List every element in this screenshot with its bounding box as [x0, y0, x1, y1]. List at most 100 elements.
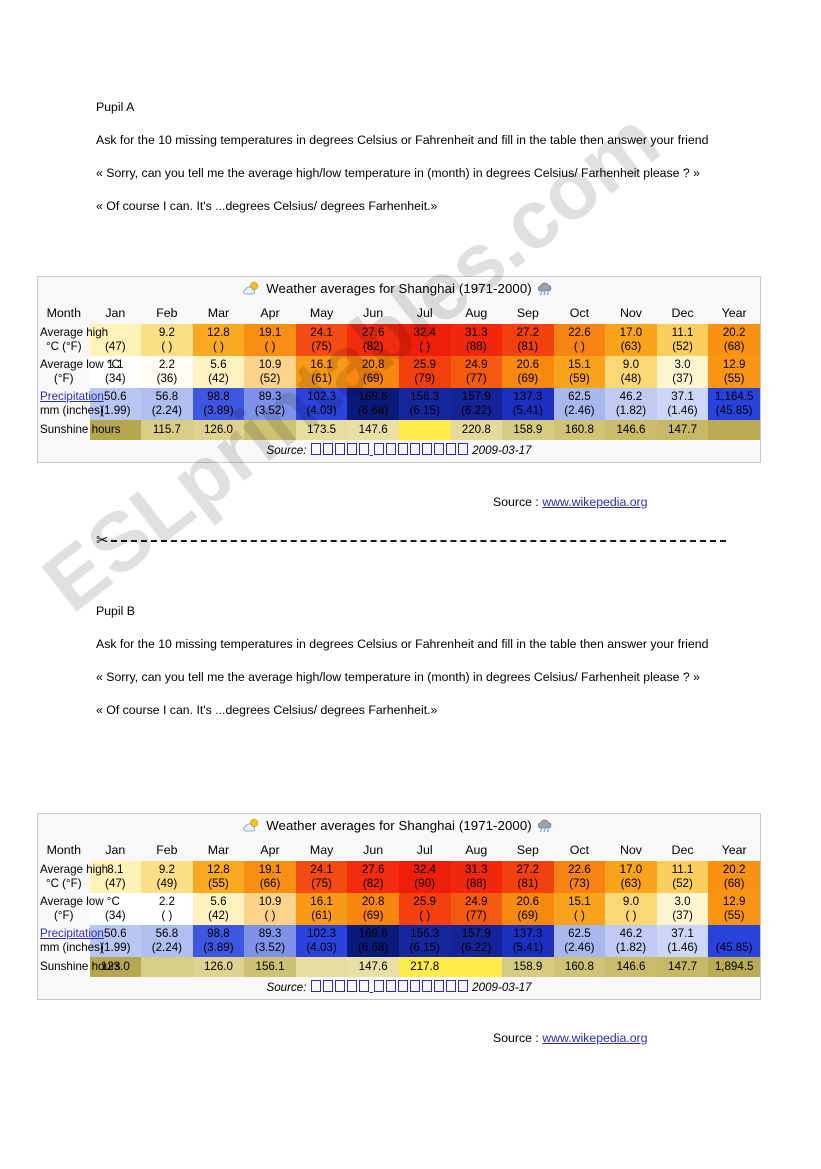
average-high-secondary-value: (88)	[465, 877, 487, 890]
month-header-jan: Jan	[89, 840, 142, 861]
cjk-placeholder-glyph	[373, 443, 384, 455]
average-high-cell: 27.6 (82)	[347, 324, 399, 356]
precipitation-primary-value: 62.5	[568, 927, 591, 940]
source-link-a[interactable]: www.wikepedia.org	[542, 495, 647, 509]
sunshine-hours-cell	[141, 957, 193, 977]
average-low-secondary-value: (69)	[517, 372, 539, 385]
source-link-b[interactable]: www.wikepedia.org	[542, 1031, 647, 1045]
month-header-label: Month	[38, 303, 90, 324]
average-low-primary-value: 20.6	[516, 895, 540, 908]
average-high-primary-value: 9.2	[158, 326, 175, 339]
precipitation-secondary-value: (45.85)	[715, 404, 753, 417]
average-high-cell: 31.3 (88)	[450, 324, 503, 356]
average-low-primary-value: 20.8	[361, 895, 385, 908]
average-low-primary-value: 15.1	[568, 358, 591, 371]
precipitation-row-label: Precipitation mm (inches)	[38, 388, 104, 420]
average-low-cell: 5.6 (42)	[192, 356, 245, 388]
cjk-placeholder-glyph	[409, 980, 420, 992]
month-header-aug: Aug	[450, 840, 503, 861]
sunshine-hours-cell: 147.6	[347, 420, 399, 440]
average-low-primary-value: 15.1	[568, 895, 591, 908]
precipitation-cell: 98.8 (3.89)	[192, 925, 245, 957]
average-low-secondary-value: (69)	[362, 909, 384, 922]
month-header-nov: Nov	[605, 303, 657, 324]
precipitation-cell: 157.9 (6.22)	[450, 388, 503, 420]
sunshine-hours-cell: 147.7	[656, 957, 709, 977]
cjk-placeholder-glyph	[322, 443, 333, 455]
month-header-jan: Jan	[89, 303, 142, 324]
average-high-cell: 9.2( )	[141, 324, 193, 356]
precipitation-secondary-value: (1.82)	[615, 404, 647, 417]
cut-line-dashes	[110, 539, 726, 542]
table-source-link[interactable]	[310, 980, 469, 994]
sunshine-hours-cell: 160.8	[553, 957, 606, 977]
average-low-secondary-value: (48)	[620, 372, 642, 385]
average-high-primary-value: 22.6	[568, 326, 591, 339]
cjk-placeholder-glyph	[346, 980, 357, 992]
precipitation-secondary-value: (2.24)	[151, 404, 183, 417]
precipitation-cell: (45.85)	[708, 925, 760, 957]
precipitation-cell: 137.3 (5.41)	[502, 925, 554, 957]
average-low-cell: 16.1 (61)	[295, 893, 348, 925]
average-low-primary-value: 9.0	[622, 895, 640, 908]
source-note-b: Source : www.wikepedia.org	[493, 1031, 647, 1045]
average-low-primary-value: 5.6	[210, 358, 227, 371]
average-low-cell: 2.2 (36)	[141, 356, 193, 388]
month-header-dec: Dec	[656, 303, 709, 324]
month-header-row: Month Jan Feb Mar Apr May Jun Jul Aug Sep Oct Nov De…	[38, 840, 760, 861]
average-low-secondary-value: (69)	[362, 372, 384, 385]
average-low-cell: 3.0 (37)	[656, 893, 709, 925]
precipitation-primary-value: 169.6	[358, 927, 388, 940]
precipitation-cell: 169.6 (6.68)	[347, 388, 399, 420]
average-high-cell: 12.8( )	[192, 324, 245, 356]
month-header-label: Month	[38, 840, 90, 861]
precipitation-primary-value: 56.8	[155, 927, 179, 940]
precipitation-secondary-value: (3.52)	[254, 404, 286, 417]
cjk-placeholder-glyph	[433, 980, 444, 992]
month-header-may: May	[295, 840, 348, 861]
precipitation-cell: 46.2 (1.82)	[605, 925, 657, 957]
precipitation-cell: 56.8 (2.24)	[141, 388, 193, 420]
cjk-placeholder-glyph	[457, 443, 468, 455]
sunshine-hours-cell: 1,894.5	[708, 957, 760, 977]
average-high-secondary-value: (68)	[723, 877, 745, 890]
month-header-apr: Apr	[244, 840, 296, 861]
average-high-cell: 19.1 (66)	[244, 861, 296, 893]
average-high-secondary-value: (88)	[465, 340, 487, 353]
table-source-prefix: Source:	[266, 981, 307, 994]
month-header-dec: Dec	[656, 840, 709, 861]
precipitation-cell: 98.8 (3.89)	[192, 388, 245, 420]
average-high-row-label: Average high °C (°F)	[38, 324, 108, 356]
average-high-primary-value: 27.6	[361, 863, 385, 876]
average-low-secondary-value: ( )	[161, 909, 173, 922]
precipitation-link[interactable]: Precipitation	[40, 927, 104, 940]
precipitation-cell: 1,164.5 (45.85)	[708, 388, 760, 420]
rain-cloud-icon	[537, 281, 555, 300]
cjk-placeholder-glyph	[457, 980, 468, 992]
sunshine-hours-row-label: Sunshine hours	[38, 420, 121, 440]
precipitation-link[interactable]: Precipitation	[40, 390, 104, 403]
table-source-link[interactable]	[310, 443, 469, 457]
average-low-row: Average low °C (°F) 1.1 (34) 2.2 (36) 5.6 (42) 1…	[38, 356, 760, 388]
average-high-cell: 24.1 (75)	[295, 324, 348, 356]
precipitation-secondary-value: (4.03)	[306, 941, 337, 954]
precipitation-primary-value: 156.3	[410, 927, 440, 940]
precipitation-primary-value: 37.1	[671, 927, 694, 940]
average-low-secondary-value: (34)	[105, 909, 126, 922]
average-low-primary-value: 20.6	[516, 358, 540, 371]
average-low-cell: 24.9 (77)	[450, 356, 503, 388]
cjk-placeholder-glyph	[409, 443, 420, 455]
sunshine-hours-cell: 126.0	[192, 957, 245, 977]
average-high-secondary-value: (73)	[569, 877, 590, 890]
precipitation-cell: 89.3 (3.52)	[244, 388, 296, 420]
average-low-secondary-value: (61)	[311, 372, 332, 385]
precipitation-cell: 156.3 (6.15)	[398, 388, 451, 420]
sunshine-hours-cell	[450, 957, 503, 977]
average-low-primary-value: 16.1	[310, 358, 333, 371]
precipitation-primary-value: 89.3	[258, 927, 282, 940]
average-high-cell: 11.1 (52)	[656, 861, 709, 893]
average-low-primary-value: 25.9	[413, 895, 436, 908]
sunshine-hours-row: Sunshine hours 115.7 126.0 173.5 147.6 220…	[38, 420, 760, 440]
average-high-primary-value: 27.6	[361, 326, 385, 339]
average-high-cell: 12.8 (55)	[192, 861, 245, 893]
